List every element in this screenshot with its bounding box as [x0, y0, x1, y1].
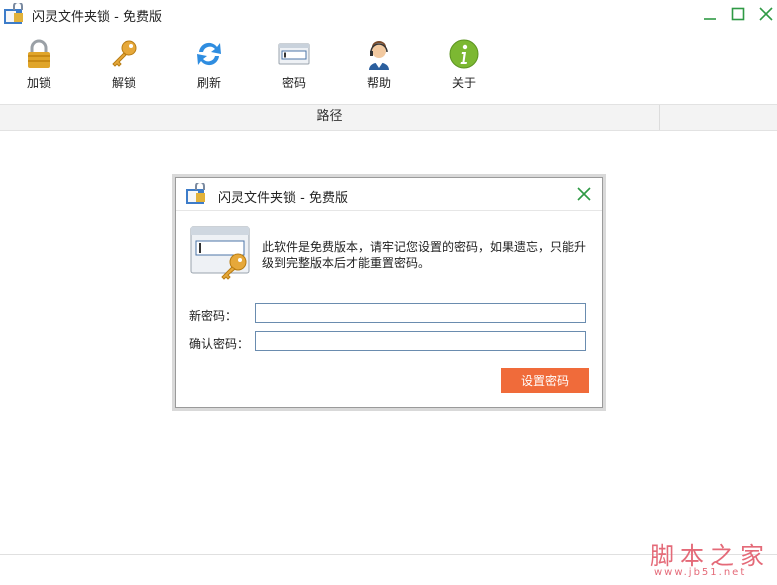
- unlock-label: 解锁: [111, 76, 136, 90]
- lock-label: 加锁: [26, 76, 51, 90]
- support-agent-icon: [369, 41, 389, 70]
- refresh-icon: [197, 42, 221, 66]
- dialog-title-bar: 闪灵文件夹锁 - 免费版: [176, 178, 602, 211]
- refresh-label: 刷新: [196, 76, 221, 90]
- help-label: 帮助: [366, 76, 391, 90]
- close-icon[interactable]: [576, 186, 592, 202]
- close-icon: [759, 7, 773, 21]
- maximize-icon: [731, 7, 745, 21]
- app-logo-icon: [4, 3, 23, 24]
- set-password-dialog: 闪灵文件夹锁 - 免费版 此软件是免费版本，请牢记您设置的密码，如果遗忘，只能升…: [175, 177, 603, 408]
- password-label: 密码: [281, 76, 306, 90]
- column-header-path[interactable]: 路径: [0, 105, 660, 130]
- unlock-button[interactable]: 解锁: [94, 38, 154, 96]
- title-bar: 闪灵文件夹锁 - 免费版: [0, 0, 777, 30]
- key-icon: [112, 40, 137, 67]
- password-key-icon: [190, 226, 250, 280]
- set-password-button[interactable]: 设置密码: [501, 368, 589, 393]
- password-icon: [278, 43, 310, 65]
- watermark: 脚本之家 www.jb51.net: [650, 536, 775, 581]
- help-button[interactable]: 帮助: [349, 38, 409, 96]
- confirm-password-input[interactable]: [255, 331, 586, 351]
- minimize-icon: [704, 18, 716, 20]
- toolbar: 加锁 解锁 刷新 密码 帮助 关于: [0, 38, 777, 96]
- maximize-button[interactable]: [726, 4, 750, 24]
- app-logo-icon: [186, 183, 205, 204]
- info-icon: [449, 39, 479, 69]
- window-title: 闪灵文件夹锁 - 免费版: [32, 10, 162, 25]
- watermark-url: www.jb51.net: [654, 567, 747, 578]
- padlock-icon: [28, 39, 50, 68]
- about-button[interactable]: 关于: [434, 38, 494, 96]
- close-button[interactable]: [754, 4, 777, 24]
- watermark-text: 脚本之家: [650, 542, 770, 570]
- minimize-button[interactable]: [698, 4, 722, 24]
- new-password-input[interactable]: [255, 303, 586, 323]
- new-password-label: 新密码：: [189, 309, 238, 323]
- confirm-password-label: 确认密码：: [189, 337, 250, 351]
- password-button[interactable]: 密码: [264, 38, 324, 96]
- lock-button[interactable]: 加锁: [9, 38, 69, 96]
- list-header: 路径: [0, 104, 777, 131]
- dialog-title: 闪灵文件夹锁 - 免费版: [218, 191, 348, 206]
- dialog-message: 此软件是免费版本，请牢记您设置的密码，如果遗忘，只能升级到完整版本后才能重置密码…: [262, 240, 587, 270]
- about-label: 关于: [451, 76, 476, 90]
- refresh-button[interactable]: 刷新: [179, 38, 239, 96]
